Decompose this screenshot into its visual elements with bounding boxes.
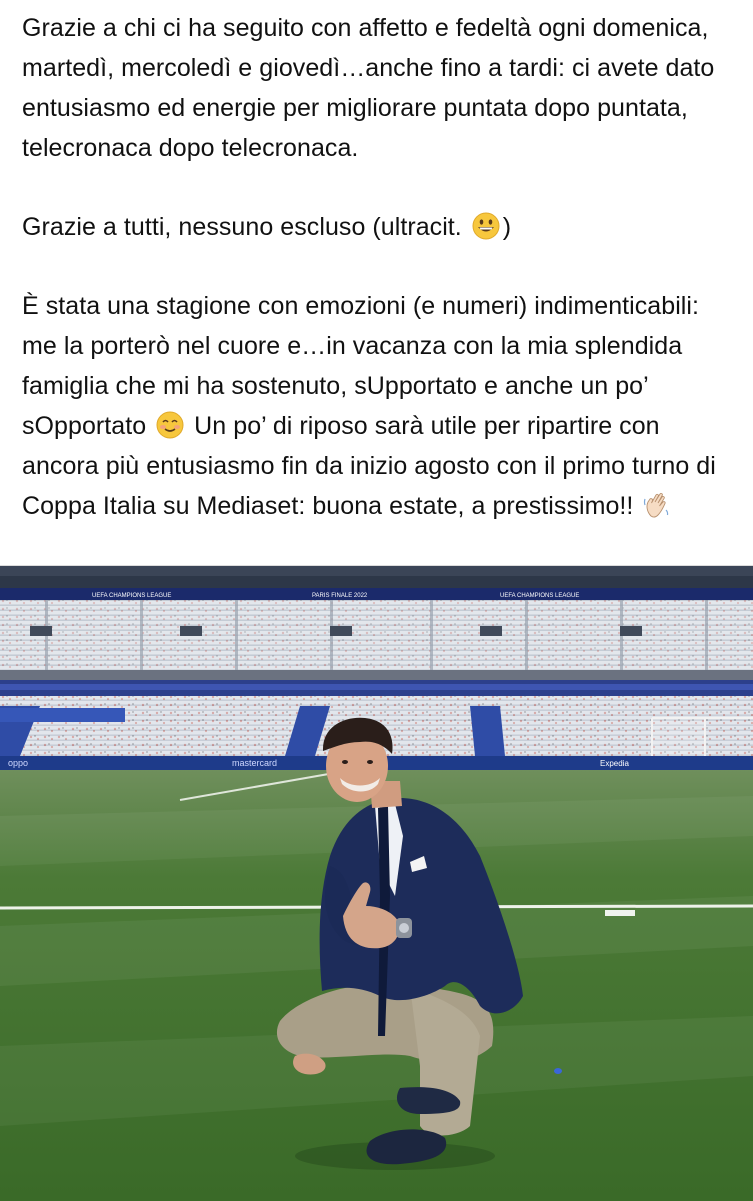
caption-text: Grazie a tutti, nessuno escluso (ultraci… [22,213,469,241]
post-caption: Grazie a chi ci ha seguito con affetto e… [22,8,734,526]
caption-paragraph: È stata una stagione con emozioni (e num… [22,286,734,526]
board-text-left: oppo [8,758,28,768]
social-post: Grazie a chi ci ha seguito con affetto e… [0,0,753,1201]
stadium-photo[interactable]: UEFA CHAMPIONS LEAGUE PARIS FINALE 2022 … [0,565,753,1201]
caption-text: ) [502,213,512,241]
banner-text-3: UEFA CHAMPIONS LEAGUE [500,593,579,599]
banner-text-1: UEFA CHAMPIONS LEAGUE [92,593,171,599]
board-text-mid: mastercard [232,758,277,768]
banner-text-2: PARIS FINALE 2022 [312,593,368,599]
caption-text: Grazie a chi ci ha seguito con affetto e… [22,14,715,162]
smiling-face-emoji-icon [155,410,185,440]
waving-hand-emoji-icon [642,490,672,520]
grinning-face-emoji-icon [471,211,501,241]
caption-paragraph: Grazie a tutti, nessuno escluso (ultraci… [22,207,734,247]
board-text-right: Expedia [600,759,629,768]
caption-paragraph: Grazie a chi ci ha seguito con affetto e… [22,8,734,168]
